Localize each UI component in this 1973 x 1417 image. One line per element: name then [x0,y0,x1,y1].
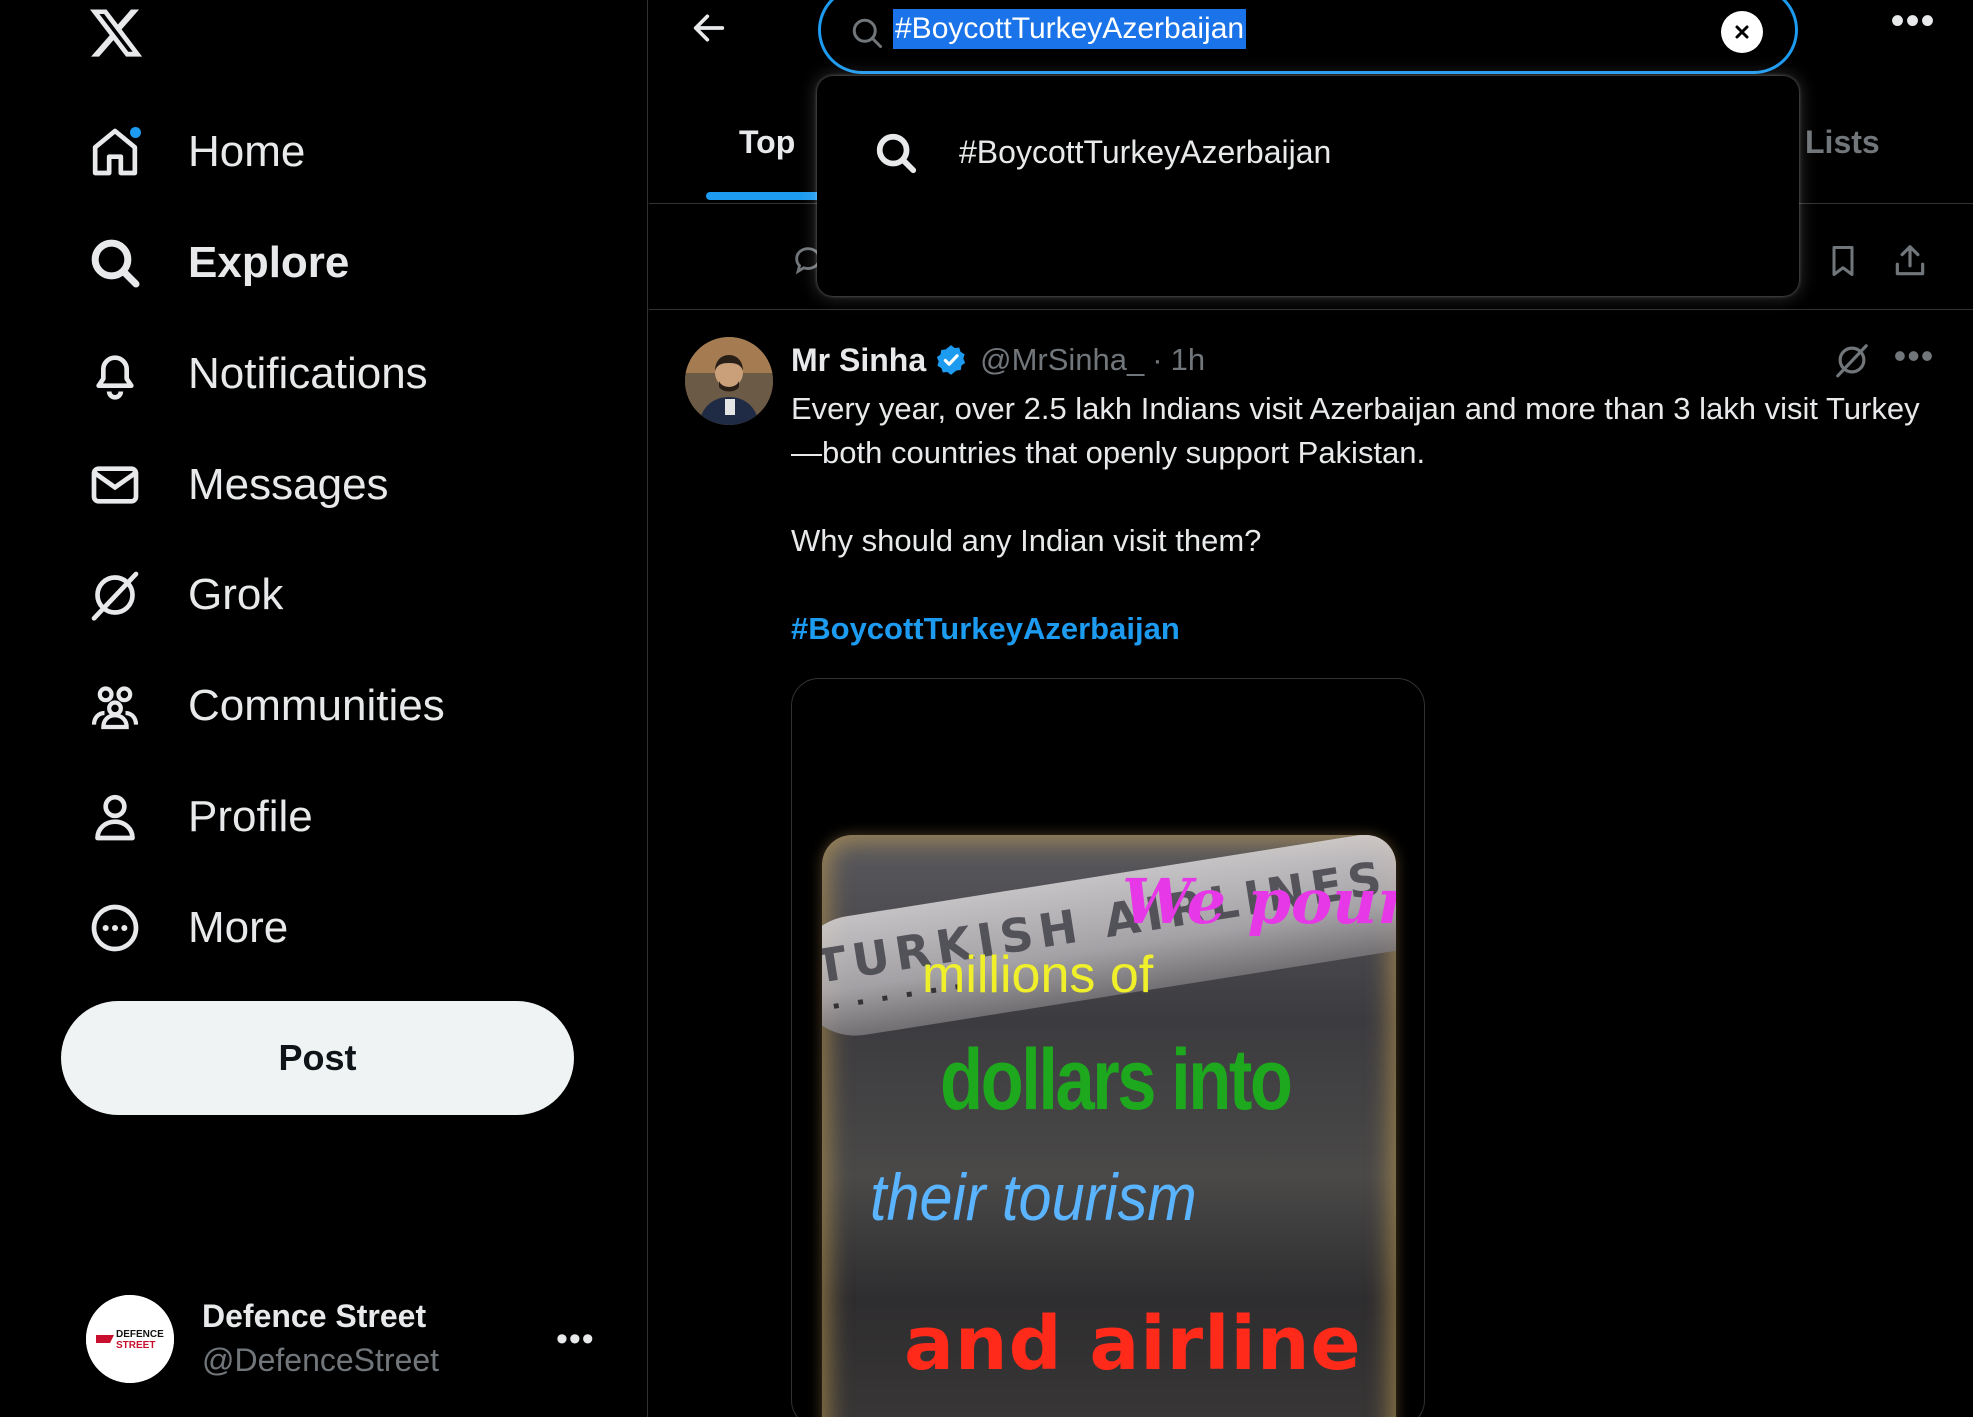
sidebar-item-profile[interactable]: Profile [84,782,313,852]
sidebar-item-label: Grok [188,570,284,619]
main-column: ••• Top Lists Mr Sinha @MrSinha_ · 1h ••… [649,0,1973,1417]
user-photo-icon [685,337,773,425]
tweet-header: Mr Sinha @MrSinha_ · 1h [791,337,1205,383]
sidebar-item-label: Explore [188,238,350,287]
share-icon[interactable] [1891,241,1929,281]
more-circle-icon [84,897,146,959]
tab-top[interactable]: Top [739,124,795,161]
sidebar-item-grok[interactable]: Grok [84,560,283,630]
account-name: Defence Street [202,1298,427,1334]
author-name[interactable]: Mr Sinha [791,342,926,379]
avatar: DEFENCE STREET [86,1295,174,1383]
sidebar-item-label: Home [188,127,306,176]
defence-street-logo-icon: DEFENCE STREET [86,1295,174,1383]
sidebar-item-label: More [188,903,289,952]
author-handle[interactable]: @MrSinha_ [980,342,1144,378]
media-caption-line: and airline [904,1301,1362,1387]
separator-dot: · [1152,342,1163,377]
grok-icon[interactable] [1833,341,1871,379]
sidebar-item-label: Messages [188,460,389,509]
media-caption-line: their tourism [870,1160,1197,1234]
bookmark-icon[interactable] [1825,241,1861,281]
home-icon [84,121,146,183]
tweet-paragraph: Why should any Indian visit them? [791,523,1262,558]
sidebar-item-more[interactable]: More [84,893,288,963]
tweet-more-icon[interactable]: ••• [1889,335,1939,376]
communities-icon [84,675,146,737]
search-icon [873,130,919,176]
search-suggestion[interactable]: #BoycottTurkeyAzerbaijan [817,110,1799,194]
sidebar-item-label: Profile [188,792,313,841]
media-caption-line: millions of [922,946,1154,1004]
media-caption-line: dollars into [940,1032,1293,1128]
bell-icon [84,343,146,405]
tab-active-indicator [706,192,826,200]
sidebar: Home Explore Notifications Messages Grok… [0,0,648,1417]
svg-text:DEFENCE: DEFENCE [116,1329,164,1340]
search-icon [84,232,146,294]
back-arrow-icon[interactable] [687,8,731,48]
svg-text:STREET: STREET [116,1340,155,1351]
header-more-icon[interactable]: ••• [1883,1,1943,46]
search-query-text[interactable]: #BoycottTurkeyAzerbaijan [893,9,1247,49]
sidebar-item-communities[interactable]: Communities [84,671,445,741]
account-handle: @DefenceStreet [202,1342,440,1378]
person-icon [84,786,146,848]
search-input[interactable]: #BoycottTurkeyAzerbaijan [818,0,1798,74]
search-suggestions-dropdown: #BoycottTurkeyAzerbaijan [817,76,1799,296]
tweet-paragraph: Every year, over 2.5 lakh Indians visit … [791,391,1920,470]
post-button[interactable]: Post [61,1001,574,1115]
search-icon [849,15,885,51]
sidebar-item-home[interactable]: Home [84,117,305,187]
sidebar-item-messages[interactable]: Messages [84,450,389,520]
tweet-media[interactable]: TURKISH AIRLINES ▪ ▪ ▪ ▪ ▪ ▪ We pour mil… [791,678,1425,1417]
account-more-icon[interactable]: ••• [556,1320,595,1359]
sidebar-item-notifications[interactable]: Notifications [84,339,428,409]
sidebar-item-label: Notifications [188,349,428,398]
clear-search-icon[interactable] [1721,11,1763,53]
notification-dot [128,125,143,140]
hashtag-link[interactable]: #BoycottTurkeyAzerbaijan [791,611,1180,646]
account-switcher[interactable]: DEFENCE STREET Defence Street @DefenceSt… [86,1290,606,1390]
tab-lists[interactable]: Lists [1805,124,1880,161]
x-logo-icon[interactable] [86,4,146,62]
media-image: TURKISH AIRLINES ▪ ▪ ▪ ▪ ▪ ▪ We pour mil… [822,835,1396,1417]
grok-icon [84,564,146,626]
tweet-time[interactable]: 1h [1171,342,1205,378]
tweet[interactable]: Mr Sinha @MrSinha_ · 1h ••• Every year, … [649,311,1973,1417]
sidebar-item-explore[interactable]: Explore [84,228,349,298]
suggestion-label: #BoycottTurkeyAzerbaijan [959,134,1332,170]
avatar[interactable] [685,337,773,425]
envelope-icon [84,454,146,516]
sidebar-item-label: Communities [188,681,445,730]
media-caption-line: We pour [1122,865,1396,938]
verified-badge-icon [934,343,968,377]
tweet-text: Every year, over 2.5 lakh Indians visit … [791,387,1941,651]
